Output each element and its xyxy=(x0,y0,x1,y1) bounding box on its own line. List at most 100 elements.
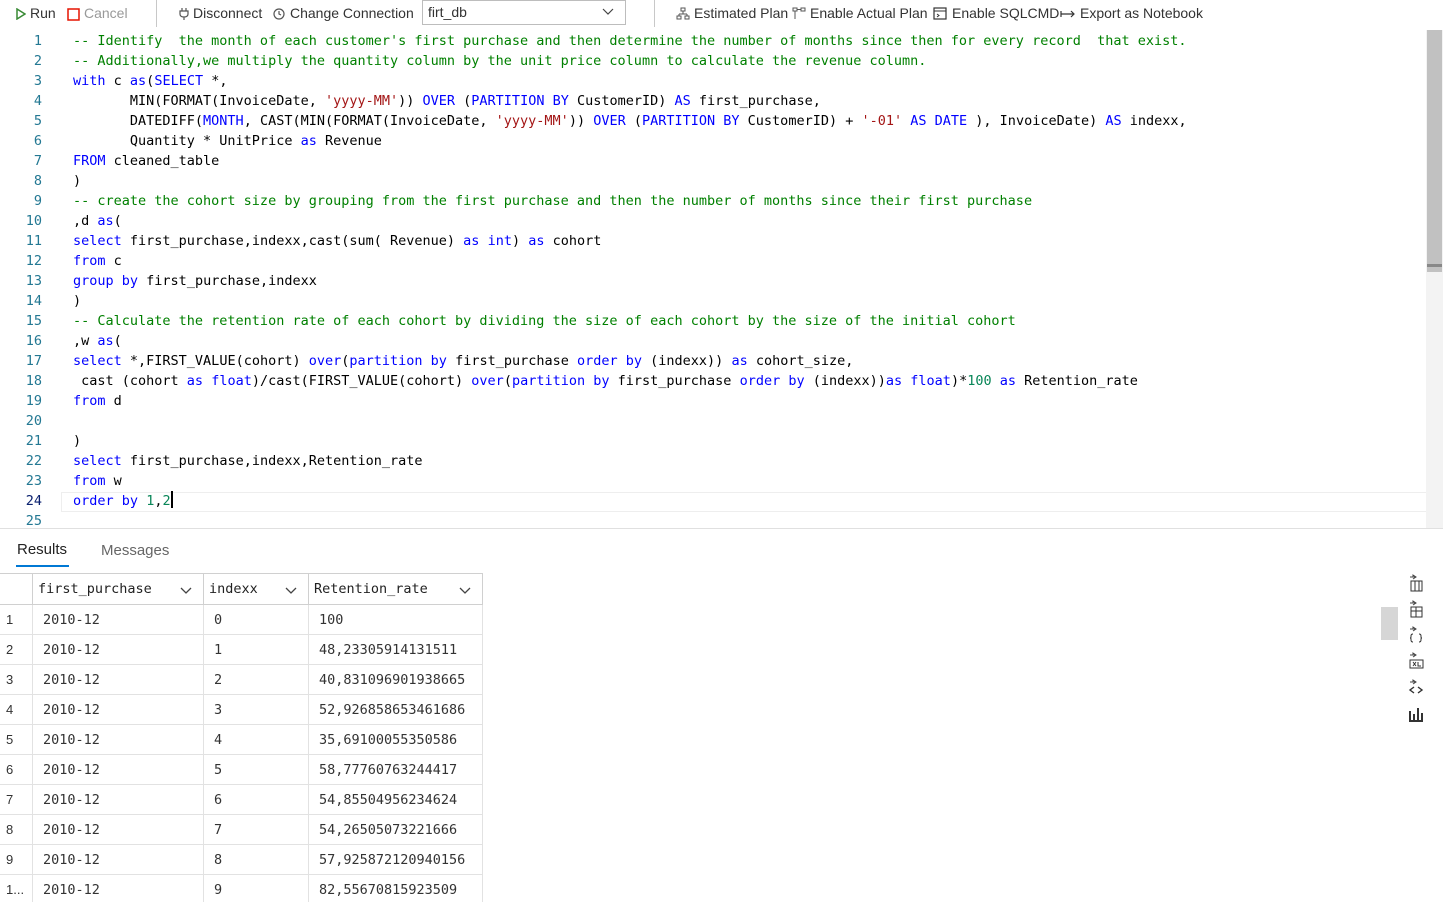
code-line[interactable]: with c as(SELECT *, xyxy=(73,71,227,91)
change-connection-button[interactable]: Change Connection xyxy=(272,5,414,22)
retention-rate-cell[interactable]: 82,55670815923509 xyxy=(309,875,483,902)
results-scroll-thumb[interactable] xyxy=(1381,607,1398,640)
code-comment-line[interactable]: -- create the cohort size by grouping fr… xyxy=(73,191,1032,211)
indexx-cell[interactable]: 4 xyxy=(204,725,309,755)
row-number-cell: 3 xyxy=(0,665,33,695)
code-line[interactable]: DATEDIFF(MONTH, CAST(MIN(FORMAT(InvoiceD… xyxy=(73,111,1187,131)
indexx-cell[interactable]: 9 xyxy=(204,875,309,902)
tab-results[interactable]: Results xyxy=(17,540,67,560)
current-line-highlight xyxy=(61,492,1443,512)
export-notebook-button[interactable]: Export as Notebook xyxy=(1060,5,1203,22)
export-arrow-icon xyxy=(1060,10,1075,18)
retention-rate-cell[interactable]: 54,85504956234624 xyxy=(309,785,483,815)
code-line[interactable]: ,w as( xyxy=(73,331,122,351)
code-line[interactable]: group by first_purchase,indexx xyxy=(73,271,317,291)
code-line[interactable]: select first_purchase,indexx,cast(sum( R… xyxy=(73,231,601,251)
retention-rate-cell[interactable]: 35,69100055350586 xyxy=(309,725,483,755)
indexx-cell[interactable]: 8 xyxy=(204,845,309,875)
code-line[interactable]: select first_purchase,indexx,Retention_r… xyxy=(73,451,423,471)
retention-rate-cell[interactable]: 57,925872120940156 xyxy=(309,845,483,875)
code-line[interactable]: from d xyxy=(73,391,122,411)
code-comment-line[interactable]: -- Additionally,we multiply the quantity… xyxy=(73,51,926,71)
retention-rate-cell[interactable]: 58,77760763244417 xyxy=(309,755,483,785)
database-value: firt_db xyxy=(428,4,467,20)
first-purchase-cell[interactable]: 2010-12 xyxy=(32,875,204,902)
indexx-cell[interactable]: 5 xyxy=(204,755,309,785)
code-line[interactable]: Quantity * UnitPrice as Revenue xyxy=(73,131,382,151)
code-line[interactable]: from c xyxy=(73,251,122,271)
save-as-json-icon[interactable] xyxy=(1406,625,1426,645)
enable-actual-plan-button[interactable]: Enable Actual Plan xyxy=(792,5,928,22)
first-purchase-cell[interactable]: 2010-12 xyxy=(32,785,204,815)
chevron-down-icon[interactable] xyxy=(179,583,193,597)
line-number: 23 xyxy=(25,473,42,489)
indexx-cell[interactable]: 6 xyxy=(204,785,309,815)
first-purchase-cell[interactable]: 2010-12 xyxy=(32,845,204,875)
line-number: 11 xyxy=(25,233,42,249)
code-line[interactable]: cast (cohort as float)/cast(FIRST_VALUE(… xyxy=(73,371,1138,391)
refresh-connection-icon xyxy=(273,8,285,20)
indexx-cell[interactable]: 0 xyxy=(204,605,309,635)
code-line[interactable]: ) xyxy=(73,431,81,451)
first-purchase-cell[interactable]: 2010-12 xyxy=(32,635,204,665)
estimated-plan-button[interactable]: Estimated Plan xyxy=(676,5,788,22)
first-purchase-cell[interactable]: 2010-12 xyxy=(32,815,204,845)
code-line[interactable]: ) xyxy=(73,171,81,191)
disconnect-button[interactable]: Disconnect xyxy=(179,5,262,22)
editor-results-divider[interactable] xyxy=(0,528,1443,529)
row-number-cell: 1 xyxy=(0,605,33,635)
enable-sqlcmd-label: Enable SQLCMD xyxy=(952,5,1060,21)
line-number: 21 xyxy=(25,433,42,449)
code-line[interactable]: order by 1,2 xyxy=(73,491,173,511)
chevron-down-icon xyxy=(602,8,614,15)
retention-rate-cell[interactable]: 48,23305914131511 xyxy=(309,635,483,665)
column-header-first-purchase[interactable]: first_purchase xyxy=(32,573,204,605)
row-number-cell: 8 xyxy=(0,815,33,845)
first-purchase-cell[interactable]: 2010-12 xyxy=(32,695,204,725)
column-header-label: first_purchase xyxy=(38,581,152,597)
save-as-csv-icon[interactable] xyxy=(1406,573,1426,593)
enable-sqlcmd-button[interactable]: Enable SQLCMD xyxy=(933,5,1059,22)
line-number: 8 xyxy=(33,173,42,189)
retention-rate-cell[interactable]: 100 xyxy=(309,605,483,635)
column-header-retention-rate[interactable]: Retention_rate xyxy=(309,573,483,605)
chart-icon[interactable] xyxy=(1406,703,1426,723)
tab-messages[interactable]: Messages xyxy=(101,541,169,561)
indexx-cell[interactable]: 1 xyxy=(204,635,309,665)
run-button[interactable]: Run xyxy=(16,5,56,22)
code-line[interactable]: ) xyxy=(73,291,81,311)
line-number: 12 xyxy=(25,253,42,269)
code-comment-line[interactable]: -- Calculate the retention rate of each … xyxy=(73,311,1016,331)
code-line[interactable]: FROM cleaned_table xyxy=(73,151,219,171)
first-purchase-cell[interactable]: 2010-12 xyxy=(32,665,204,695)
retention-rate-cell[interactable]: 40,831096901938665 xyxy=(309,665,483,695)
retention-rate-cell[interactable]: 52,926858653461686 xyxy=(309,695,483,725)
code-line[interactable]: MIN(FORMAT(InvoiceDate, 'yyyy-MM')) OVER… xyxy=(73,91,821,111)
cancel-button[interactable]: Cancel xyxy=(67,5,128,22)
sql-editor[interactable]: 1 2 3 4 5 6 7 8 9 10 11 12 13 14 15 16 17 18 19 20 21 22 23 24 2… xyxy=(0,30,1443,529)
editor-vertical-scrollbar[interactable] xyxy=(1426,30,1443,528)
column-header-label: indexx xyxy=(209,581,258,597)
results-grid[interactable]: first_purchase indexx Retention_rate 1 20… xyxy=(0,573,484,902)
save-as-xml-icon[interactable] xyxy=(1406,651,1426,671)
save-as-markdown-icon[interactable] xyxy=(1406,677,1426,697)
indexx-cell[interactable]: 3 xyxy=(204,695,309,725)
editor-scroll-thumb[interactable] xyxy=(1427,30,1442,272)
chevron-down-icon[interactable] xyxy=(458,583,472,597)
chevron-down-icon[interactable] xyxy=(284,583,298,597)
retention-rate-cell[interactable]: 54,26505073221666 xyxy=(309,815,483,845)
export-notebook-label: Export as Notebook xyxy=(1080,5,1203,21)
code-line[interactable]: select *,FIRST_VALUE(cohort) over(partit… xyxy=(73,351,853,371)
code-comment-line[interactable]: -- Identify the month of each customer's… xyxy=(73,31,1187,51)
first-purchase-cell[interactable]: 2010-12 xyxy=(32,755,204,785)
first-purchase-cell[interactable]: 2010-12 xyxy=(32,725,204,755)
toolbar-separator xyxy=(654,0,655,27)
code-line[interactable]: ,d as( xyxy=(73,211,122,231)
indexx-cell[interactable]: 7 xyxy=(204,815,309,845)
indexx-cell[interactable]: 2 xyxy=(204,665,309,695)
first-purchase-cell[interactable]: 2010-12 xyxy=(32,605,204,635)
save-as-excel-icon[interactable] xyxy=(1406,599,1426,619)
column-header-indexx[interactable]: indexx xyxy=(204,573,309,605)
database-select[interactable]: firt_db xyxy=(422,0,626,25)
code-line[interactable]: from w xyxy=(73,471,122,491)
